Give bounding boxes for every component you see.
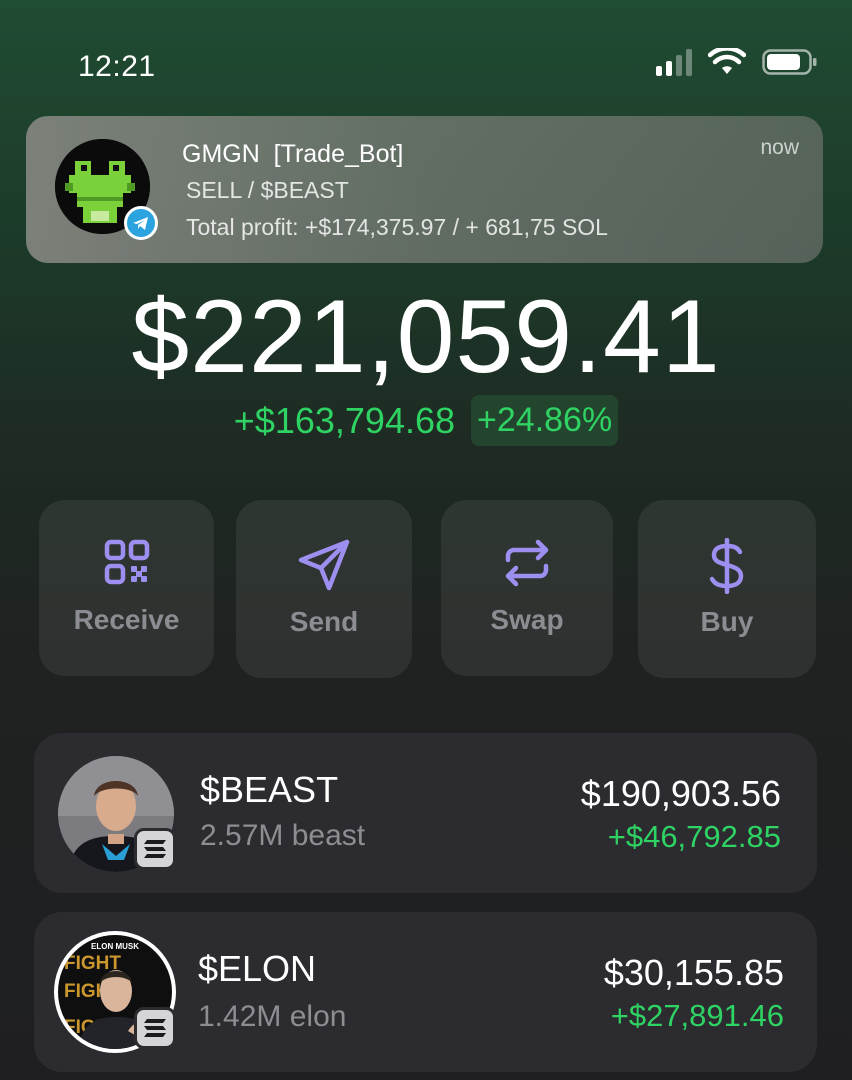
telegram-icon bbox=[124, 206, 158, 240]
wifi-icon bbox=[708, 48, 746, 74]
trade-notification[interactable]: GMGN [Trade_Bot] SELL / $BEAST Total pro… bbox=[26, 116, 823, 263]
token-amount: 1.42M elon bbox=[198, 1000, 347, 1033]
token-row-elon[interactable]: ELON MUSK FIGHT FIGHT FIGHT $ELON 1.42M … bbox=[34, 912, 817, 1072]
token-symbol: $BEAST bbox=[200, 769, 339, 810]
send-icon bbox=[298, 539, 350, 591]
token-change: +$27,891.46 bbox=[610, 998, 784, 1033]
swap-label: Swap bbox=[490, 604, 564, 635]
portfolio-change: +$163,794.68 +24.86% bbox=[0, 395, 852, 446]
elon-avatar-caption: ELON MUSK bbox=[91, 942, 139, 951]
change-percent-badge: +24.86% bbox=[471, 395, 619, 446]
portfolio-balance: $221,059.41 bbox=[131, 279, 721, 395]
receive-label: Receive bbox=[73, 604, 180, 635]
buy-label: Buy bbox=[700, 606, 754, 637]
status-time: 12:21 bbox=[78, 50, 156, 83]
token-amount: 2.57M beast bbox=[200, 819, 366, 852]
token-symbol: $ELON bbox=[198, 948, 317, 989]
swap-icon bbox=[505, 539, 549, 587]
receive-button[interactable]: Receive bbox=[39, 500, 214, 676]
notification-action: SELL / $BEAST bbox=[186, 177, 349, 203]
change-amount: +$163,794.68 bbox=[233, 399, 456, 441]
token-row-beast[interactable]: $BEAST 2.57M beast $190,903.56 +$46,792.… bbox=[34, 733, 817, 893]
status-icons bbox=[656, 48, 818, 76]
solana-icon bbox=[134, 1007, 176, 1049]
token-value: $30,155.85 bbox=[603, 952, 784, 993]
battery-icon bbox=[762, 49, 817, 75]
notification-profit: Total profit: +$174,375.97 / + 681,75 SO… bbox=[186, 214, 608, 240]
buy-button[interactable]: Buy bbox=[638, 500, 816, 678]
token-value: $190,903.56 bbox=[580, 773, 781, 814]
solana-icon bbox=[134, 828, 176, 870]
notification-time: now bbox=[760, 136, 799, 159]
swap-button[interactable]: Swap bbox=[441, 500, 613, 676]
send-button[interactable]: Send bbox=[236, 500, 412, 678]
qr-code-icon bbox=[104, 539, 149, 585]
send-label: Send bbox=[289, 606, 359, 637]
token-change: +$46,792.85 bbox=[607, 819, 781, 854]
notification-app-name: GMGN [Trade_Bot] bbox=[182, 140, 404, 168]
cellular-signal-icon bbox=[656, 48, 692, 76]
dollar-icon bbox=[709, 538, 744, 594]
